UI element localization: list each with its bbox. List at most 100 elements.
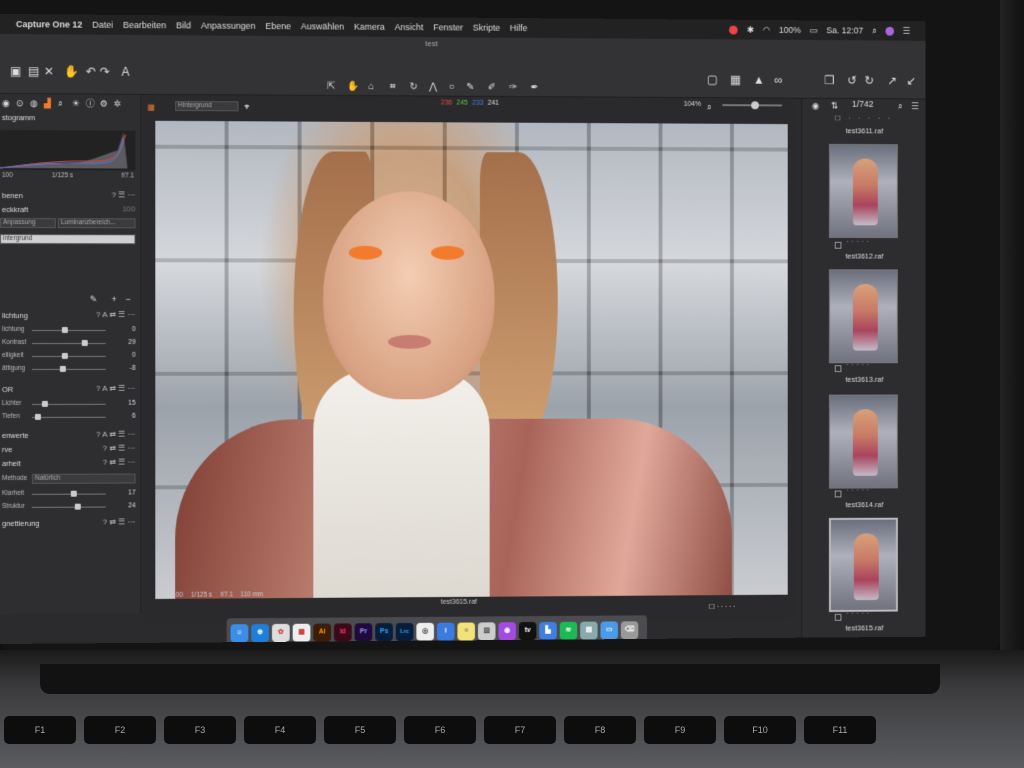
slider-klarheit[interactable]: Klarheit 17 <box>0 487 139 500</box>
rating-checkbox[interactable]: ☐ · · · · · <box>709 601 736 615</box>
detail-tab-icon[interactable]: ⌕ <box>58 96 63 110</box>
slider-knob[interactable] <box>71 490 77 497</box>
slider-knob[interactable] <box>62 327 69 333</box>
slider-track[interactable] <box>31 355 106 357</box>
key-f7[interactable]: F7 <box>484 716 556 744</box>
layers-section[interactable]: benen? ☰ ··· <box>0 190 139 202</box>
slider-value[interactable]: 15 <box>128 400 135 407</box>
stage-icon[interactable]: ▤ <box>580 621 598 640</box>
adjustment-button[interactable]: Anpassung <box>0 218 56 229</box>
key-f5[interactable]: F5 <box>324 716 396 744</box>
slider-lichtung[interactable]: lichtung 0 <box>0 324 139 336</box>
trash-icon[interactable]: ⌫ <box>620 621 639 640</box>
eraser-tool-icon[interactable]: ✐ <box>488 81 496 95</box>
slider-track[interactable] <box>31 506 106 508</box>
slider-value[interactable]: 29 <box>128 339 135 346</box>
redo-icon[interactable]: ↷ <box>100 65 110 79</box>
calendar-icon[interactable]: ▦ <box>292 623 311 642</box>
info-tab-icon[interactable]: ⓘ <box>86 96 95 110</box>
zoom-out-icon[interactable]: ⌕ <box>707 100 712 114</box>
thumb-checkbox[interactable] <box>834 490 842 498</box>
photos-icon[interactable]: ✿ <box>271 623 290 642</box>
slider-knob[interactable] <box>34 413 41 420</box>
vignette-section[interactable]: gnettierung? ⇄ ☰ ··· <box>0 517 139 530</box>
finder-icon[interactable]: ☺ <box>230 624 249 643</box>
slider-track[interactable] <box>31 416 106 418</box>
crop-tool-icon[interactable]: ⌗ <box>390 80 396 94</box>
main-photo[interactable] <box>155 120 788 599</box>
menu-anpassungen[interactable]: Anpassungen <box>201 21 255 31</box>
slider-kontrast[interactable]: Kontrast 29 <box>0 337 139 349</box>
process-icon[interactable]: ↙ <box>906 74 916 88</box>
menu-skripte[interactable]: Skripte <box>473 23 500 33</box>
gradient-tool-icon[interactable]: ✑ <box>509 81 517 95</box>
sort-icon[interactable]: ⇅ <box>831 99 838 113</box>
rating-dots[interactable]: ····· <box>846 611 872 618</box>
rotate-right-icon[interactable]: ↻ <box>864 74 874 88</box>
safari-icon[interactable]: ⊕ <box>251 624 270 643</box>
rating-dots[interactable]: ····· <box>846 487 872 494</box>
key-f11[interactable]: F11 <box>804 716 876 744</box>
folder-icon[interactable]: ▭ <box>600 621 618 640</box>
notes-icon[interactable]: ≡ <box>457 622 476 641</box>
eye-icon[interactable]: ◉ <box>812 99 820 113</box>
tools-tab-icon[interactable]: ✲ <box>114 97 121 111</box>
undo-icon[interactable]: ↶ <box>86 65 96 79</box>
key-f8[interactable]: F8 <box>564 716 636 744</box>
siri-icon[interactable] <box>885 26 894 36</box>
capture-tab-icon[interactable]: ⊙ <box>16 96 24 110</box>
hdr-section[interactable]: OR? A ⇄ ☰ ··· <box>0 384 139 396</box>
thumb-checkbox[interactable] <box>834 241 842 249</box>
thumb-checkbox[interactable] <box>834 613 842 621</box>
menu-auswaehlen[interactable]: Auswählen <box>301 21 344 31</box>
menu-datei[interactable]: Datei <box>92 20 113 30</box>
slider-struktur[interactable]: Struktur 24 <box>0 500 139 513</box>
clarity-section[interactable]: arheit? ⇄ ☰ ··· <box>0 458 139 470</box>
slider-track[interactable] <box>31 493 106 495</box>
camera-icon[interactable]: ▣ <box>10 64 21 78</box>
layer-select[interactable]: Hintergrund <box>175 101 239 112</box>
cross-icon[interactable]: ✕ <box>44 64 54 78</box>
key-f3[interactable]: F3 <box>164 716 236 744</box>
grid-view-icon[interactable]: ▦ <box>730 73 741 87</box>
remove-layer-icon[interactable]: − <box>126 292 131 306</box>
rating-dots[interactable]: ····· <box>846 362 872 369</box>
indesign-icon[interactable]: Id <box>333 623 352 642</box>
slider-value[interactable]: -8 <box>130 365 136 372</box>
loupe-tool-icon[interactable]: ⌂ <box>368 80 374 94</box>
slider-value[interactable]: 24 <box>128 502 135 509</box>
slider-track[interactable] <box>31 368 106 370</box>
keystone-tool-icon[interactable]: ⋀ <box>429 81 437 95</box>
menu-hilfe[interactable]: Hilfe <box>510 23 528 33</box>
preview-icon[interactable]: ▨ <box>477 622 496 641</box>
slider-knob[interactable] <box>62 352 69 359</box>
levels-section[interactable]: enwerte? A ⇄ ☰ ··· <box>0 430 139 442</box>
add-layer-icon[interactable]: + <box>112 292 117 306</box>
browser-search-icon[interactable]: ⌕ <box>898 99 903 113</box>
slider-value[interactable]: 0 <box>132 326 136 333</box>
key-f2[interactable]: F2 <box>84 716 156 744</box>
picker-tool-icon[interactable]: ✒ <box>531 81 539 95</box>
slider-value[interactable]: 17 <box>128 489 135 496</box>
rotate-left-icon[interactable]: ↺ <box>847 74 857 88</box>
slider-track[interactable] <box>31 329 106 331</box>
view-grid-icon[interactable]: ▦ <box>147 101 155 115</box>
notification-center-icon[interactable]: ☰ <box>903 25 911 36</box>
menu-ebene[interactable]: Ebene <box>265 21 291 31</box>
slider-track[interactable] <box>31 342 106 344</box>
slider-elligkeit[interactable]: elligkeit 0 <box>0 350 139 362</box>
rating-dots[interactable]: ☐ · · · · · <box>835 115 893 123</box>
spotify-icon[interactable]: ≋ <box>559 621 578 640</box>
edit-icon[interactable]: ▢ <box>707 73 718 87</box>
slider-knob[interactable] <box>42 400 49 407</box>
menu-fenster[interactable]: Fenster <box>433 22 463 32</box>
hand-icon[interactable]: ✋ <box>64 64 79 78</box>
glasses-icon[interactable]: ∞ <box>774 73 782 87</box>
color-tab-icon[interactable]: ▟ <box>44 96 51 110</box>
exposure-tab-icon[interactable]: ☀ <box>72 96 80 110</box>
illustrator-icon[interactable]: Ai <box>313 623 332 642</box>
copy-icon[interactable]: ❐ <box>824 73 834 87</box>
thumbnail[interactable] <box>828 269 898 364</box>
text-tool-icon[interactable]: A <box>122 65 130 79</box>
wifi-icon[interactable]: ◠ <box>763 24 771 35</box>
